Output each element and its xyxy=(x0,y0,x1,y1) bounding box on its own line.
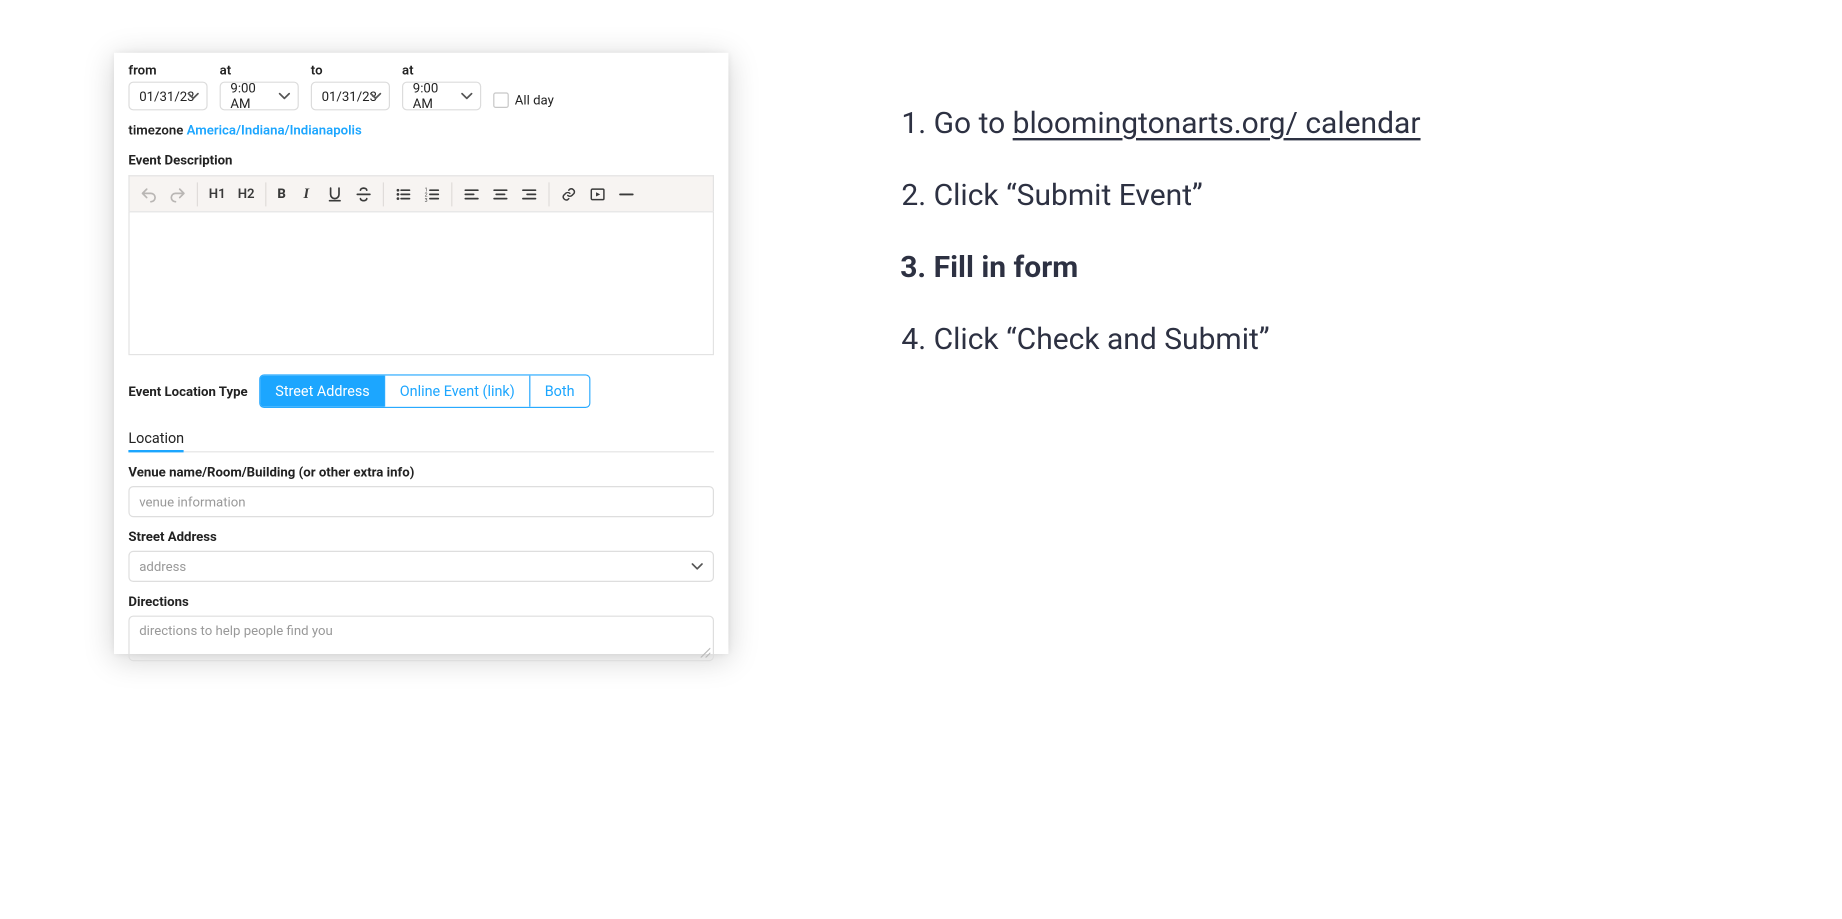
at1-label: at xyxy=(220,62,299,78)
chevron-down-icon xyxy=(461,90,473,102)
link-button[interactable] xyxy=(555,179,584,208)
venue-placeholder: venue information xyxy=(139,494,245,510)
strikethrough-button[interactable] xyxy=(349,179,378,208)
location-type-row: Event Location Type Street Address Onlin… xyxy=(128,374,714,408)
chevron-down-icon xyxy=(187,90,199,102)
align-left-button[interactable] xyxy=(457,179,486,208)
venue-label: Venue name/Room/Building (or other extra… xyxy=(128,464,714,480)
chevron-down-icon xyxy=(691,560,703,572)
address-input[interactable]: address xyxy=(128,551,714,582)
location-type-both[interactable]: Both xyxy=(529,376,589,407)
editor-toolbar: H1 H2 B I 123 xyxy=(128,175,714,211)
toolbar-separator xyxy=(549,182,550,206)
location-type-street[interactable]: Street Address xyxy=(261,376,384,407)
to-label: to xyxy=(311,62,390,78)
datetime-row: from 01/31/23 at 9:00 AM to xyxy=(128,62,714,110)
event-description-label: Event Description xyxy=(128,152,714,168)
step1-link[interactable]: bloomingtonarts.org/ calendar xyxy=(1013,107,1421,142)
location-type-label: Event Location Type xyxy=(128,383,247,399)
instructions-list: Go to bloomingtonarts.org/ calendar Clic… xyxy=(886,101,1421,365)
address-label: Street Address xyxy=(128,529,714,545)
timezone-line: timezone America/Indiana/Indianapolis xyxy=(128,122,714,138)
undo-icon[interactable] xyxy=(134,179,163,208)
to-time-select[interactable]: 9:00 AM xyxy=(402,82,481,111)
allday-label: All day xyxy=(515,92,554,108)
h1-button[interactable]: H1 xyxy=(203,179,232,208)
to-date-select[interactable]: 01/31/23 xyxy=(311,82,390,111)
location-type-online[interactable]: Online Event (link) xyxy=(384,376,529,407)
directions-textarea[interactable]: directions to help people find you xyxy=(128,616,714,662)
resize-handle-icon[interactable] xyxy=(698,646,710,658)
tab-underline xyxy=(128,451,714,452)
from-date-select[interactable]: 01/31/23 xyxy=(128,82,207,111)
allday-checkbox[interactable] xyxy=(493,92,509,108)
instruction-step-2: Click “Submit Event” xyxy=(934,173,1421,221)
event-form-card: from 01/31/23 at 9:00 AM to xyxy=(114,53,728,654)
h2-button[interactable]: H2 xyxy=(232,179,261,208)
directions-placeholder: directions to help people find you xyxy=(139,623,333,639)
italic-button[interactable]: I xyxy=(292,179,321,208)
step1-prefix: Go to xyxy=(934,107,1013,142)
redo-icon[interactable] xyxy=(163,179,192,208)
svg-text:3: 3 xyxy=(425,197,428,202)
from-time-select[interactable]: 9:00 AM xyxy=(220,82,299,111)
from-time-value: 9:00 AM xyxy=(230,80,271,111)
address-placeholder: address xyxy=(139,559,186,575)
bullet-list-button[interactable] xyxy=(389,179,418,208)
location-tab[interactable]: Location xyxy=(128,430,184,453)
numbered-list-button[interactable]: 123 xyxy=(418,179,447,208)
to-time-value: 9:00 AM xyxy=(413,80,454,111)
directions-label: Directions xyxy=(128,594,714,610)
horizontal-rule-button[interactable] xyxy=(612,179,641,208)
instructions-panel: Go to bloomingtonarts.org/ calendar Clic… xyxy=(886,101,1421,389)
venue-input[interactable]: venue information xyxy=(128,486,714,517)
underline-button[interactable] xyxy=(321,179,350,208)
timezone-link[interactable]: America/Indiana/Indianapolis xyxy=(187,122,362,138)
video-button[interactable] xyxy=(583,179,612,208)
location-type-segmented: Street Address Online Event (link) Both xyxy=(260,374,590,408)
chevron-down-icon xyxy=(370,90,382,102)
align-right-button[interactable] xyxy=(515,179,544,208)
align-center-button[interactable] xyxy=(486,179,515,208)
timezone-label: timezone xyxy=(128,122,186,138)
from-label: from xyxy=(128,62,207,78)
description-editor[interactable] xyxy=(128,211,714,355)
allday-wrapper: All day xyxy=(493,92,554,108)
toolbar-separator xyxy=(197,182,198,206)
toolbar-separator xyxy=(383,182,384,206)
instruction-step-3: Fill in form xyxy=(934,245,1421,293)
instruction-step-4: Click “Check and Submit” xyxy=(934,317,1421,365)
chevron-down-icon xyxy=(278,90,290,102)
instruction-step-1: Go to bloomingtonarts.org/ calendar xyxy=(934,101,1421,149)
at2-label: at xyxy=(402,62,481,78)
toolbar-separator xyxy=(265,182,266,206)
bold-button[interactable]: B xyxy=(271,179,291,208)
toolbar-separator xyxy=(451,182,452,206)
